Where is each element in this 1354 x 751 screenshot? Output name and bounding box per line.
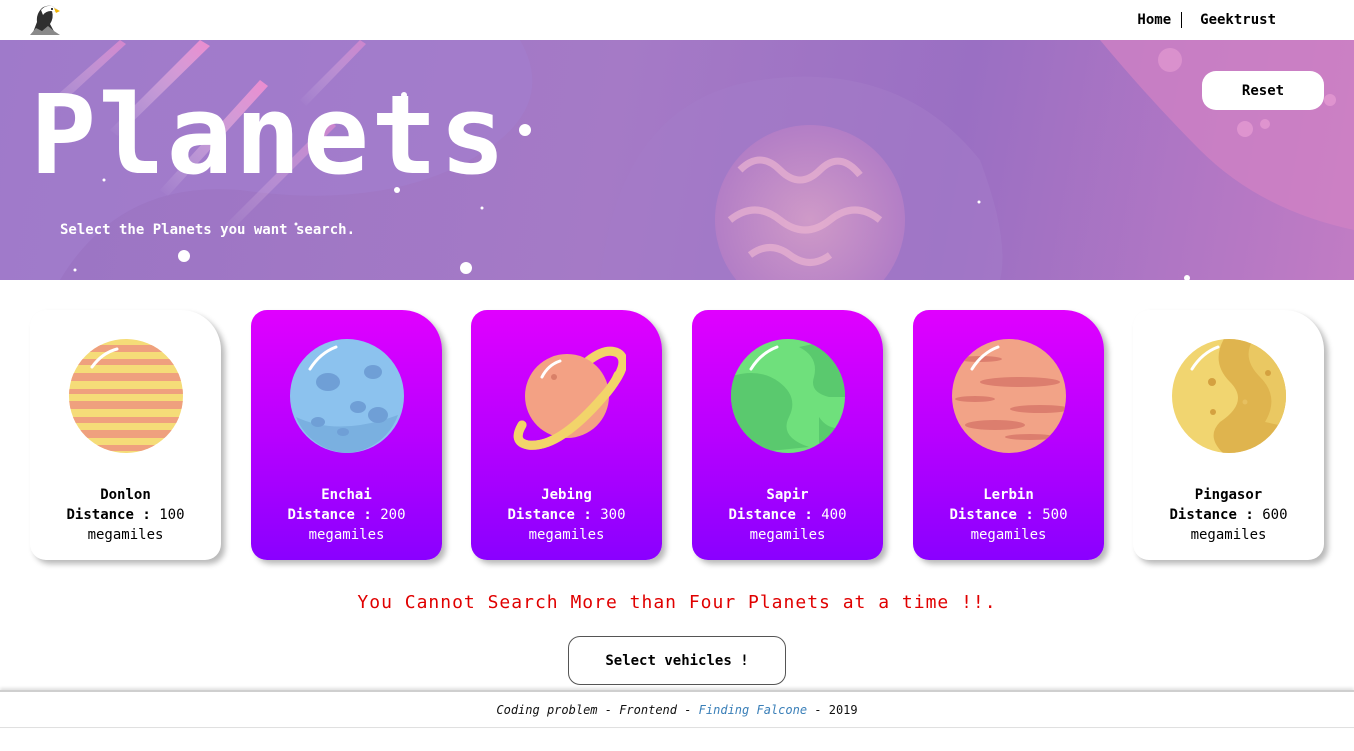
gold-planet-icon [1172, 339, 1286, 453]
planet-name: Pingasor [1194, 487, 1263, 503]
planet-distance: Distance : 400 [728, 507, 847, 523]
planet-distance: Distance : 200 [287, 507, 406, 523]
hero-banner: Planets Select the Planets you want sear… [0, 40, 1354, 280]
planet-distance-unit: megamiles [528, 527, 605, 543]
footer-year: - 2019 [807, 703, 858, 717]
eagle-logo-icon[interactable] [28, 2, 62, 36]
blue-cratered-planet-icon [290, 339, 404, 453]
planet-card-lerbin[interactable]: Lerbin Distance : 500 megamiles [913, 310, 1104, 560]
planet-distance: Distance : 300 [507, 507, 626, 523]
nav-geektrust-link[interactable]: Geektrust [1182, 12, 1276, 28]
planet-card-enchai[interactable]: Enchai Distance : 200 megamiles [251, 310, 442, 560]
planet-card-sapir[interactable]: Sapir Distance : 400 megamiles [692, 310, 883, 560]
striped-yellow-planet-icon [69, 339, 183, 453]
planet-distance: Distance : 100 [66, 507, 185, 523]
planet-distance-unit: megamiles [749, 527, 826, 543]
select-vehicles-button[interactable]: Select vehicles ! [568, 636, 786, 685]
finding-falcone-link[interactable]: Finding Falcone [699, 703, 807, 717]
planet-distance-unit: megamiles [308, 527, 385, 543]
page-subtitle: Select the Planets you want search. [60, 222, 356, 238]
red-striped-planet-icon [952, 339, 1066, 453]
max-planets-warning: You Cannot Search More than Four Planets… [357, 592, 997, 613]
ringed-planet-icon [513, 346, 626, 450]
planet-card-pingasor[interactable]: Pingasor Distance : 600 megamiles [1133, 310, 1324, 560]
reset-button[interactable]: Reset [1202, 71, 1324, 110]
planet-card-list: Donlon Distance : 100 megamiles Enchai D… [30, 310, 1324, 562]
nav-home-link[interactable]: Home [1137, 12, 1183, 28]
planet-name: Jebing [541, 487, 592, 503]
green-planet-icon [731, 339, 845, 453]
planet-distance: Distance : 600 [1169, 507, 1288, 523]
planet-card-jebing[interactable]: Jebing Distance : 300 megamiles [471, 310, 662, 560]
planet-name: Enchai [321, 487, 372, 503]
footer-text: Coding problem - Frontend - [496, 703, 699, 717]
planet-distance-unit: megamiles [1190, 527, 1267, 543]
main-nav: Home Geektrust [1137, 10, 1276, 30]
planet-name: Lerbin [983, 487, 1034, 503]
planet-name: Sapir [766, 487, 809, 503]
planet-distance: Distance : 500 [949, 507, 1068, 523]
planet-distance-unit: megamiles [87, 527, 164, 543]
planet-distance-unit: megamiles [970, 527, 1047, 543]
page-title: Planets [30, 71, 508, 199]
planet-card-donlon[interactable]: Donlon Distance : 100 megamiles [30, 310, 221, 560]
planet-name: Donlon [100, 487, 151, 503]
top-navbar: Home Geektrust [0, 0, 1354, 40]
page-footer: Coding problem - Frontend - Finding Falc… [0, 690, 1354, 728]
